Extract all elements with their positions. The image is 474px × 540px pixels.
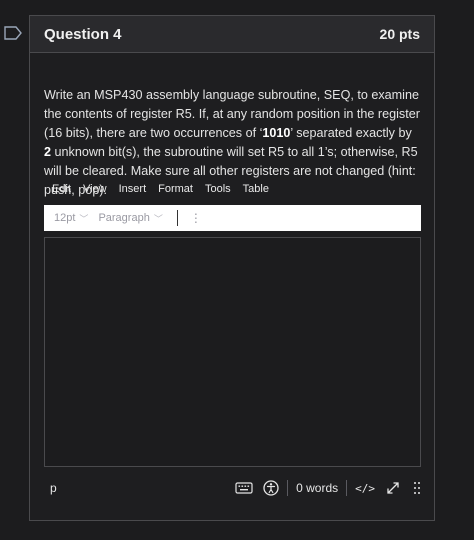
chevron-down-icon: ﹀ xyxy=(79,213,89,224)
fullscreen-expand-icon[interactable] xyxy=(385,480,401,496)
menu-format[interactable]: Format xyxy=(158,183,193,195)
font-size-select[interactable]: 12pt ﹀ xyxy=(54,212,88,225)
block-format-value: Paragraph xyxy=(98,212,150,224)
prompt-bold-pattern: 1010 xyxy=(262,126,291,140)
menu-view[interactable]: View xyxy=(83,183,107,195)
menu-edit[interactable]: Edit xyxy=(52,183,71,195)
more-options-icon[interactable]: ⋮ xyxy=(190,211,202,225)
statusbar-right: 0 words </> xyxy=(235,480,421,496)
editor-statusbar: p 0 words </> xyxy=(44,476,421,500)
statusbar-divider xyxy=(346,480,348,496)
word-count[interactable]: 0 words xyxy=(296,481,338,495)
editor-menubar: Edit View Insert Format Tools Table xyxy=(52,183,281,195)
block-format-select[interactable]: Paragraph ﹀ xyxy=(98,212,162,225)
resize-handle-icon[interactable] xyxy=(413,481,421,495)
accessibility-icon[interactable] xyxy=(263,480,279,496)
question-points: 20 pts xyxy=(379,26,420,42)
statusbar-divider xyxy=(287,480,289,496)
html-code-view-button[interactable]: </> xyxy=(355,482,375,495)
font-size-value: 12pt xyxy=(54,212,76,224)
editor-toolbar: 12pt ﹀ Paragraph ﹀ ⋮ xyxy=(44,205,421,231)
menu-insert[interactable]: Insert xyxy=(119,183,147,195)
element-path[interactable]: p xyxy=(50,481,57,495)
bookmark-flag-icon[interactable] xyxy=(4,26,22,40)
prompt-bold-count: 2 xyxy=(44,145,52,159)
menu-table[interactable]: Table xyxy=(243,183,269,195)
question-card: Question 4 20 pts Write an MSP430 assemb… xyxy=(29,15,435,521)
question-title: Question 4 xyxy=(44,25,122,43)
chevron-down-icon: ﹀ xyxy=(153,213,163,224)
menu-tools[interactable]: Tools xyxy=(205,183,231,195)
question-header: Question 4 20 pts xyxy=(30,16,434,53)
prompt-text-2: ’ separated exactly by xyxy=(290,126,412,140)
rich-text-editor-area[interactable] xyxy=(44,237,421,467)
keyboard-icon[interactable] xyxy=(235,481,253,495)
toolbar-divider xyxy=(176,210,178,226)
